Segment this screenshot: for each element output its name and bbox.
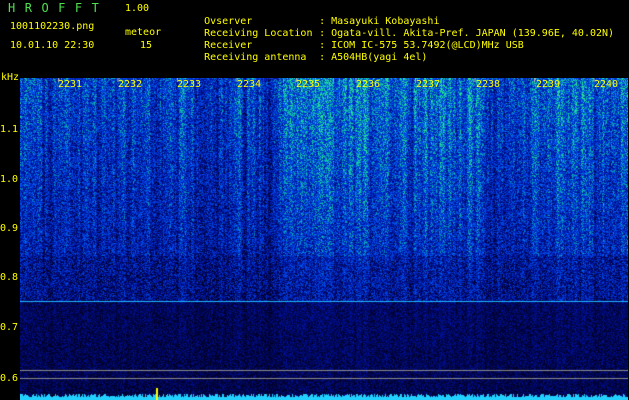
y-axis-unit: kHz <box>1 72 20 83</box>
info-value: A504HB(yagi 4el) <box>331 52 428 63</box>
app-version: 1.00 <box>125 3 150 14</box>
capture-datetime: 10.01.10 22:30 <box>10 40 95 51</box>
spectrogram <box>20 78 628 400</box>
x-tick-label: 2232 <box>118 79 143 90</box>
app-brand-title: HROFFT <box>8 1 109 15</box>
info-row-antenna: Receiving antenna: A504HB(yagi 4el) <box>180 40 427 76</box>
x-tick-label: 2238 <box>476 79 501 90</box>
x-tick-label: 2236 <box>356 79 381 90</box>
y-tick-label: 0.6 <box>0 373 19 384</box>
y-tick-label: 0.8 <box>0 272 19 283</box>
x-tick-label: 2237 <box>416 79 441 90</box>
info-colon: : <box>319 52 326 63</box>
y-tick-label: 0.9 <box>0 223 19 234</box>
y-tick-label: 1.1 <box>0 124 19 135</box>
x-tick-label: 2234 <box>237 79 262 90</box>
info-key: Receiving antenna <box>204 52 307 63</box>
meteor-label: meteor <box>125 27 162 38</box>
y-tick-label: 0.7 <box>0 322 19 333</box>
x-tick-label: 2233 <box>177 79 202 90</box>
meteor-count: 15 <box>140 40 153 51</box>
x-tick-label: 2239 <box>536 79 561 90</box>
x-tick-label: 2231 <box>58 79 83 90</box>
x-tick-label: 2235 <box>296 79 321 90</box>
y-tick-label: 1.0 <box>0 174 19 185</box>
x-tick-label: 2240 <box>594 79 619 90</box>
image-filename: 1001102230.png <box>10 21 95 32</box>
